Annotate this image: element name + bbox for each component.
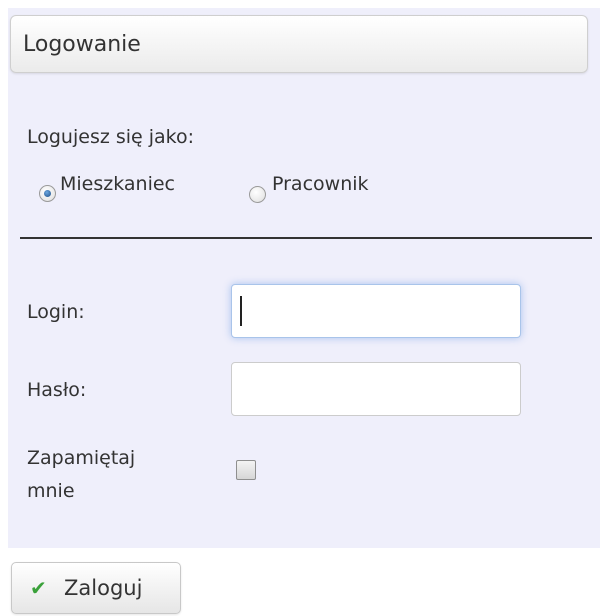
remember-checkbox[interactable] — [236, 460, 256, 480]
password-label: Hasło: — [27, 379, 87, 401]
login-button[interactable]: ✔ Zaloguj — [11, 562, 181, 614]
remember-label-line1: Zapamiętaj — [27, 447, 136, 469]
section-divider — [20, 237, 592, 239]
radio-pracownik[interactable] — [249, 186, 266, 203]
radio-label-pracownik[interactable]: Pracownik — [272, 175, 369, 194]
panel-header: Logowanie — [10, 15, 588, 73]
radio-mieszkaniec[interactable] — [39, 185, 56, 202]
password-input[interactable] — [231, 362, 521, 416]
checkmark-icon: ✔ — [30, 576, 47, 600]
login-button-label: Zaloguj — [64, 576, 143, 600]
login-input[interactable] — [231, 284, 521, 338]
login-label: Login: — [27, 301, 85, 323]
login-as-label: Logujesz się jako: — [27, 126, 195, 148]
panel-title: Logowanie — [23, 32, 141, 57]
text-caret — [240, 296, 242, 326]
remember-label-line2: mnie — [27, 480, 75, 502]
radio-label-mieszkaniec[interactable]: Mieszkaniec — [60, 175, 175, 194]
